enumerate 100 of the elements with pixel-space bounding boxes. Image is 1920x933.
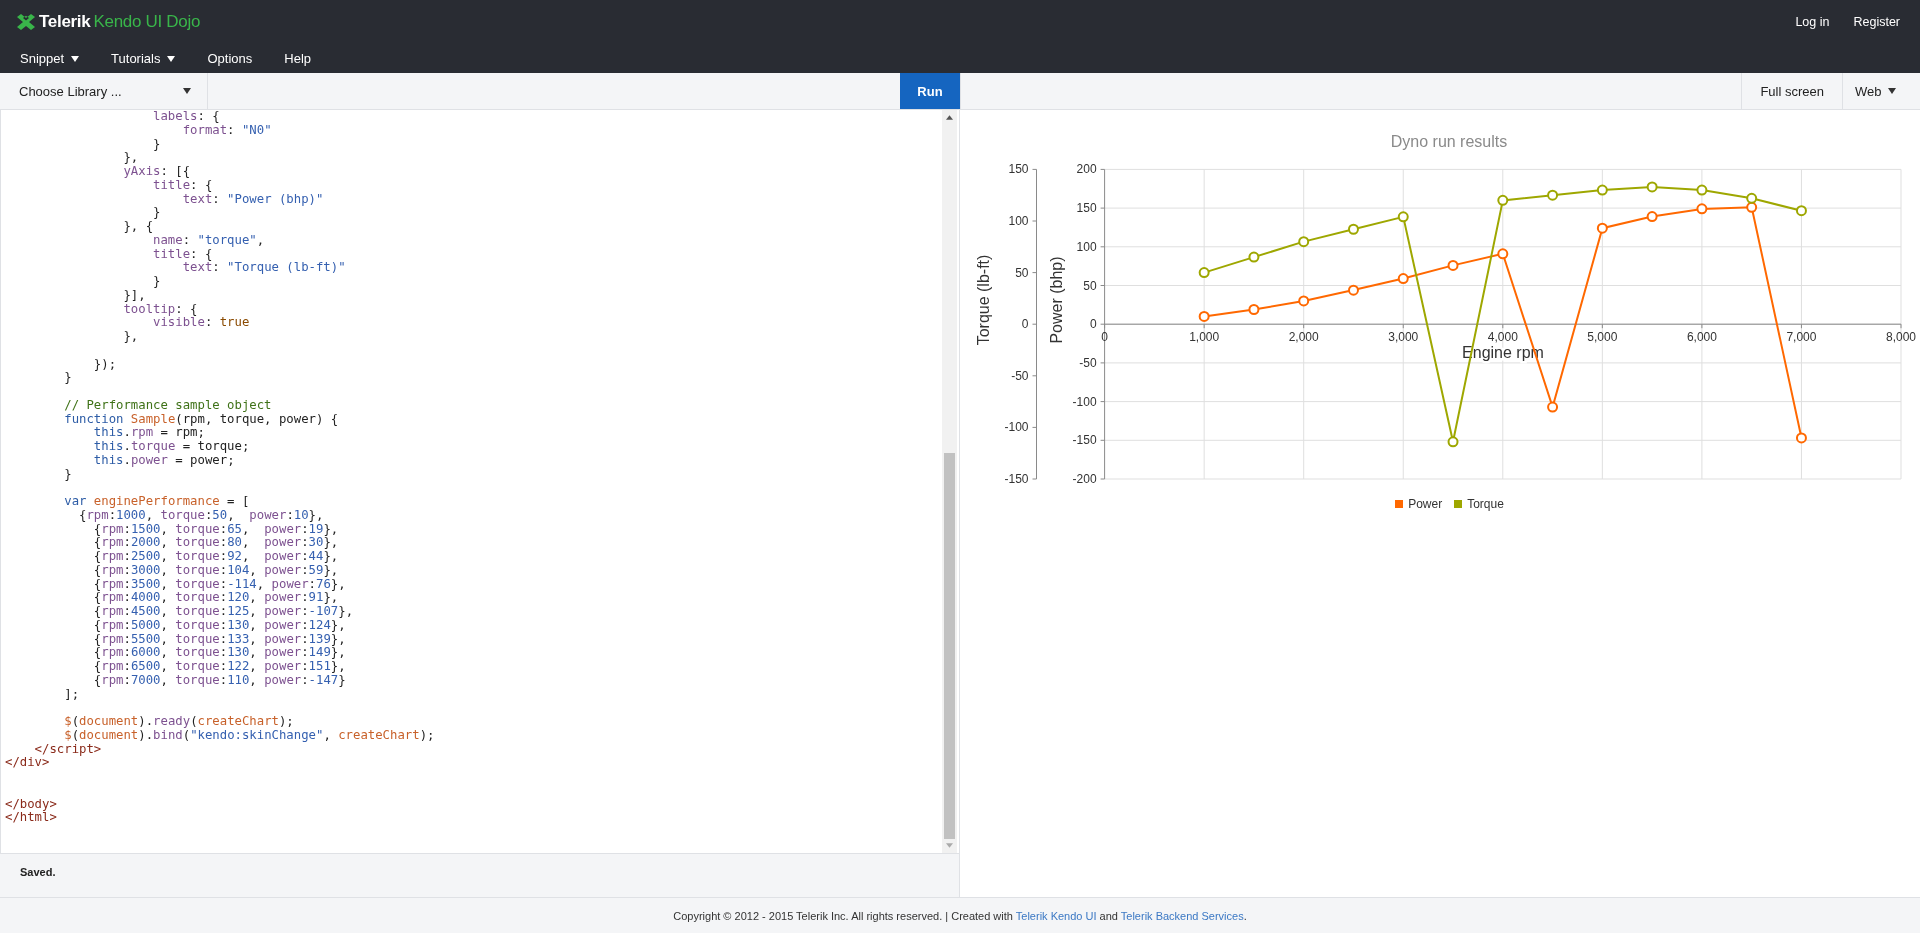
code-line: format: "N0" [181,123,273,138]
scroll-up-icon[interactable] [946,115,953,120]
data-point[interactable] [1447,259,1459,271]
data-point[interactable] [1497,194,1509,206]
footer-link[interactable]: Telerik Backend Services [1120,909,1244,922]
menu-item[interactable]: Snippet [10,47,90,70]
code-line: labels: { [152,110,221,124]
code-line: title: { [152,247,213,262]
caret-icon [183,88,191,94]
data-point[interactable] [1397,273,1409,285]
tick-label: 100 [1076,239,1097,254]
code-line: yAxis: [{ [122,165,192,179]
code-line: {rpm:3500, torque:-114, power:76}, [92,577,347,591]
code-line: this.rpm = rpm; [92,426,205,440]
code-line: function Sample(rpm, torque, power) { [63,412,340,427]
tick-label: 4,000 [1487,330,1518,345]
brand-name: Telerik [39,12,91,32]
code-line: ]; [63,687,81,702]
scrollbar[interactable] [942,110,957,853]
menu-item[interactable]: Help [274,47,322,70]
code-line: {rpm:4000, torque:120, power:91}, [92,591,339,605]
data-point[interactable] [1696,203,1708,215]
data-point[interactable] [1198,267,1210,279]
data-point[interactable] [1646,181,1658,193]
code-line: name: "torque", [152,233,266,248]
tick-label: 1,000 [1189,330,1220,345]
code-line: var enginePerformance = [ [63,495,251,509]
code-line: this.power = power; [92,453,235,468]
code-line: {rpm:1500, torque:65, power:19}, [93,522,340,536]
tick-label: -100 [1004,420,1029,435]
tick-label: 0 [1089,317,1097,332]
code-line: {rpm:6500, torque:122, power:151}, [92,660,347,674]
tick-label: 50 [1083,278,1097,293]
tick-label: -100 [1072,394,1097,409]
tick-label: -200 [1072,472,1097,486]
data-point[interactable] [1447,436,1459,448]
data-point[interactable] [1248,304,1260,315]
code-line: </html> [5,811,58,825]
code-line: }, [122,151,140,165]
menu-item[interactable]: Options [197,47,263,70]
axis-title: Power (bhp) [1048,256,1065,344]
data-point[interactable] [1298,295,1310,307]
code-line: {rpm:6000, torque:130, power:149}, [92,646,347,660]
logo-icon [16,14,36,30]
data-point[interactable] [1746,192,1758,204]
data-point[interactable] [1795,432,1807,444]
data-point[interactable] [1298,236,1310,248]
code-line: text: "Torque (lb-ft)" [181,261,347,275]
tick-label: -150 [1004,472,1029,486]
data-point[interactable] [1397,211,1409,223]
data-point[interactable] [1198,310,1210,322]
data-point[interactable] [1248,251,1260,263]
tick-label: 200 [1076,162,1097,177]
code-line: } [63,371,73,385]
footer-link[interactable]: Telerik Kendo UI [1015,909,1097,922]
code-line: {rpm:3000, torque:104, power:59}, [92,563,340,578]
data-point[interactable] [1596,222,1608,234]
caret-icon [71,55,80,62]
tick-label: 3,000 [1388,330,1419,345]
axis-title: Torque (lb-ft) [975,254,992,346]
tick-label: 2,000 [1288,330,1319,345]
code-line: </div> [5,756,50,770]
tick-label: 150 [1008,162,1029,177]
chart-title: Dyno run results [1390,133,1508,150]
run-button[interactable]: Run [900,73,960,109]
code-line: this.torque = torque; [92,440,251,454]
account-link[interactable]: Register [1853,15,1900,29]
code-line: {rpm:2500, torque:92, power:44}, [92,550,340,564]
code-line: </script> [33,742,103,757]
data-point[interactable] [1348,223,1359,235]
data-point[interactable] [1696,184,1708,196]
data-point[interactable] [1746,201,1758,213]
code-line: }, [122,330,140,344]
menu-item[interactable]: Tutorials [101,47,186,70]
account-link[interactable]: Log in [1795,15,1830,29]
tick-label: 150 [1076,201,1097,216]
code-line: {rpm:5500, torque:133, power:139}, [92,632,347,646]
legend-label[interactable]: Torque [1467,497,1504,511]
data-point[interactable] [1547,189,1559,201]
code-line: visible: true [153,316,251,330]
code-line: $(document).ready(createChart); [63,715,295,729]
data-point[interactable] [1348,284,1359,296]
data-point[interactable] [1547,401,1559,413]
code-line: // Performance sample object [63,398,273,413]
code-line: {rpm:2000, torque:80, power:30}, [92,536,340,550]
data-point[interactable] [1596,184,1608,196]
code-line: {rpm:5000, torque:130, power:124}, [92,618,346,633]
code-line: } [152,275,162,289]
legend-label[interactable]: Power [1408,497,1443,511]
tick-label: 100 [1008,214,1029,228]
tick-label: 7,000 [1786,330,1817,345]
data-point[interactable] [1795,205,1807,217]
status-text: Saved. [20,866,56,878]
data-point[interactable] [1646,211,1658,223]
data-point[interactable] [1497,248,1509,260]
code-line: tooltip: { [122,302,198,316]
tick-label: 5,000 [1587,330,1618,345]
scroll-down-icon[interactable] [946,843,953,848]
code-line: } [152,137,162,152]
code-line: {rpm:7000, torque:110, power:-147} [92,673,347,688]
